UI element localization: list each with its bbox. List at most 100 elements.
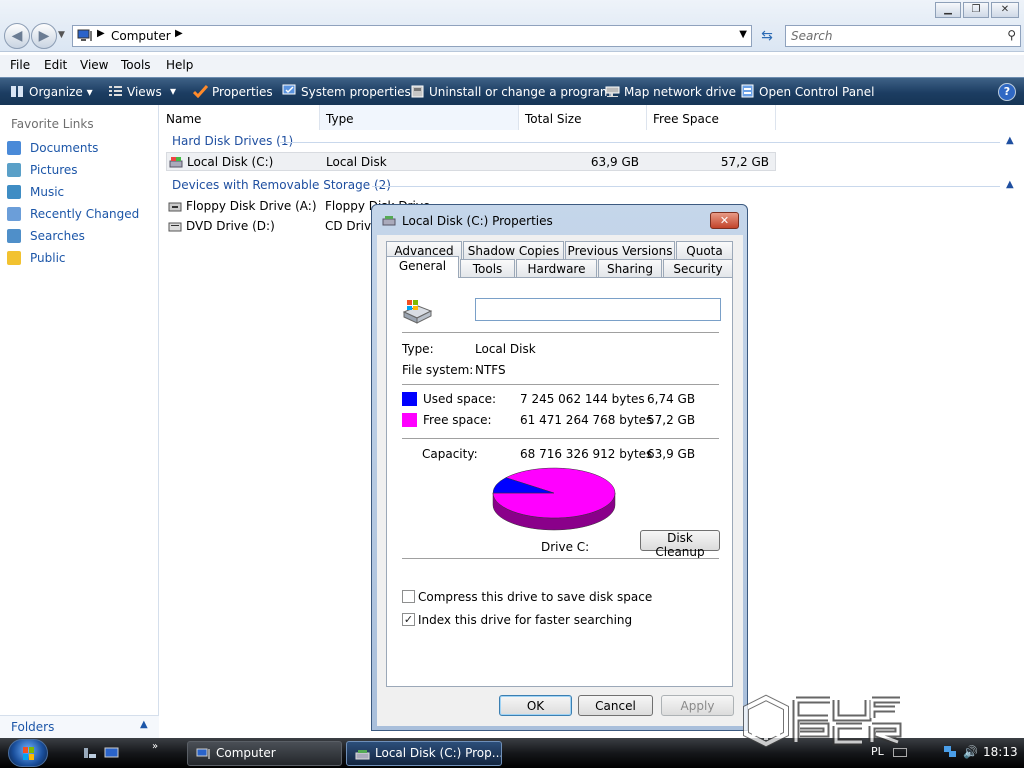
folders-toggle[interactable]: Folders ▲ bbox=[0, 715, 159, 738]
tab-tools[interactable]: Tools bbox=[460, 259, 515, 277]
address-dropdown-icon[interactable]: ▼ bbox=[739, 29, 747, 40]
windows-logo-icon bbox=[23, 747, 34, 760]
sidebar-item-label: Searches bbox=[30, 229, 85, 243]
column-header-name[interactable]: Name bbox=[160, 105, 320, 130]
recent-pages-dropdown[interactable]: ▼ bbox=[58, 30, 65, 40]
used-space-gb: 6,74 GB bbox=[647, 392, 696, 406]
maximize-button[interactable]: ❐ bbox=[963, 2, 989, 18]
group-header-removable-storage[interactable]: Devices with Removable Storage (2) bbox=[172, 178, 391, 192]
keyboard-icon[interactable] bbox=[893, 748, 907, 757]
refresh-button[interactable]: ⇆ bbox=[756, 26, 778, 46]
drive-row-c[interactable]: Local Disk (C:) Local Disk 63,9 GB 57,2 … bbox=[166, 152, 776, 171]
column-header-type[interactable]: Type bbox=[320, 105, 519, 130]
index-drive-checkbox[interactable]: ✓ bbox=[402, 613, 415, 626]
tab-security[interactable]: Security bbox=[663, 259, 733, 277]
drive-name: Floppy Disk Drive (A:) bbox=[186, 199, 317, 213]
tab-hardware[interactable]: Hardware bbox=[516, 259, 597, 277]
tab-quota[interactable]: Quota bbox=[676, 241, 733, 259]
free-space-gb: 57,2 GB bbox=[647, 413, 696, 427]
menu-file[interactable]: File bbox=[10, 58, 30, 72]
tab-sharing[interactable]: Sharing bbox=[598, 259, 662, 277]
apply-button[interactable]: Apply bbox=[661, 695, 734, 716]
column-header-free-space[interactable]: Free Space bbox=[647, 105, 776, 130]
dialog-close-button[interactable]: ✕ bbox=[710, 212, 739, 229]
start-button[interactable] bbox=[8, 739, 48, 767]
group-header-hard-disk-drives[interactable]: Hard Disk Drives (1) bbox=[172, 134, 293, 148]
views-button[interactable]: Views bbox=[108, 84, 162, 99]
hard-disk-icon bbox=[355, 750, 370, 760]
cancel-button[interactable]: Cancel bbox=[578, 695, 653, 716]
tab-shadow-copies[interactable]: Shadow Copies bbox=[463, 241, 564, 259]
chevron-up-icon[interactable]: ▲ bbox=[1006, 135, 1014, 146]
index-drive-label[interactable]: Index this drive for faster searching bbox=[418, 613, 632, 627]
search-icon[interactable]: ⚲ bbox=[1007, 28, 1016, 42]
address-bar[interactable]: ▶ Computer ▶ ▼ bbox=[72, 25, 752, 47]
switch-windows-icon[interactable] bbox=[104, 746, 120, 760]
sidebar-item-music[interactable]: Music bbox=[7, 185, 64, 203]
organize-icon bbox=[11, 86, 23, 97]
menu-tools[interactable]: Tools bbox=[121, 58, 151, 72]
uninstall-program-icon bbox=[411, 85, 424, 98]
menu-help[interactable]: Help bbox=[166, 58, 193, 72]
system-properties-button[interactable]: System properties bbox=[282, 84, 411, 99]
navigation-pane: Favorite Links Documents Pictures Music … bbox=[0, 105, 159, 738]
column-header-total-size[interactable]: Total Size bbox=[519, 105, 647, 130]
volume-icon[interactable]: 🔊 bbox=[963, 745, 978, 759]
show-desktop-icon[interactable] bbox=[82, 746, 98, 760]
map-network-drive-button[interactable]: Map network drive bbox=[605, 84, 736, 99]
sidebar-item-searches[interactable]: Searches bbox=[7, 229, 85, 247]
compress-drive-checkbox[interactable] bbox=[402, 590, 415, 603]
breadcrumb-arrow-icon[interactable]: ▶ bbox=[97, 28, 105, 39]
capacity-gb: 63,9 GB bbox=[647, 447, 696, 461]
properties-button[interactable]: Properties bbox=[193, 84, 273, 99]
type-label: Type: bbox=[402, 342, 434, 356]
chevron-up-icon: ▲ bbox=[140, 719, 148, 730]
taskbar-button-properties[interactable]: Local Disk (C:) Prop... bbox=[346, 741, 502, 766]
uninstall-program-button[interactable]: Uninstall or change a program bbox=[410, 84, 612, 99]
chevron-up-icon[interactable]: ▲ bbox=[1006, 179, 1014, 190]
drive-c-label: Drive C: bbox=[541, 540, 590, 554]
breadcrumb-computer[interactable]: Computer bbox=[111, 29, 171, 43]
breadcrumb-arrow-icon[interactable]: ▶ bbox=[175, 28, 183, 39]
uninstall-program-label: Uninstall or change a program bbox=[429, 85, 612, 99]
sidebar-item-pictures[interactable]: Pictures bbox=[7, 163, 78, 181]
minimize-button[interactable]: ▁ bbox=[935, 2, 961, 18]
taskbar-button-computer[interactable]: Computer bbox=[187, 741, 342, 766]
sidebar-item-label: Public bbox=[30, 251, 66, 265]
quick-launch-more-icon[interactable]: » bbox=[152, 741, 158, 752]
views-dropdown-icon[interactable]: ▾ bbox=[170, 84, 176, 98]
documents-icon bbox=[7, 141, 21, 155]
back-button[interactable]: ◀ bbox=[4, 23, 30, 49]
file-system-value: NTFS bbox=[475, 363, 506, 377]
volume-label-input[interactable] bbox=[475, 298, 721, 321]
clock[interactable]: 18:13 bbox=[983, 745, 1018, 759]
ok-button[interactable]: OK bbox=[499, 695, 572, 716]
drive-total-size: 63,9 GB bbox=[590, 155, 639, 169]
free-space-label: Free space: bbox=[423, 413, 492, 427]
tab-general[interactable]: General bbox=[386, 256, 459, 278]
open-control-panel-button[interactable]: Open Control Panel bbox=[740, 84, 874, 99]
close-button[interactable]: ✕ bbox=[991, 2, 1019, 18]
sidebar-item-documents[interactable]: Documents bbox=[7, 141, 98, 159]
sidebar-item-recently-changed[interactable]: Recently Changed bbox=[7, 207, 139, 225]
used-space-label: Used space: bbox=[423, 392, 497, 406]
organize-button[interactable]: Organize ▾ bbox=[10, 84, 93, 99]
tab-previous-versions[interactable]: Previous Versions bbox=[565, 241, 675, 259]
disk-cleanup-button[interactable]: Disk Cleanup bbox=[640, 530, 720, 559]
search-input[interactable]: Search ⚲ bbox=[785, 25, 1021, 47]
properties-checkmark-icon bbox=[193, 84, 208, 98]
refresh-icon: ⇆ bbox=[761, 28, 773, 44]
menu-view[interactable]: View bbox=[80, 58, 108, 72]
menu-edit[interactable]: Edit bbox=[44, 58, 67, 72]
sidebar-item-public[interactable]: Public bbox=[7, 251, 66, 269]
views-icon bbox=[109, 86, 122, 96]
help-icon[interactable]: ? bbox=[998, 83, 1016, 101]
drive-name: DVD Drive (D:) bbox=[186, 219, 275, 233]
compress-drive-label[interactable]: Compress this drive to save disk space bbox=[418, 590, 652, 604]
dialog-title: Local Disk (C:) Properties bbox=[402, 214, 553, 228]
forward-button[interactable]: ▶ bbox=[31, 23, 57, 49]
network-icon[interactable] bbox=[943, 745, 957, 759]
sidebar-item-label: Documents bbox=[30, 141, 99, 155]
general-tab-panel: Type: Local Disk File system: NTFS Used … bbox=[386, 277, 733, 687]
window-titlebar: ◀ ▶ ▼ ▶ Computer ▶ ▼ ⇆ Search ⚲ ▁ ❐ ✕ bbox=[0, 0, 1024, 52]
